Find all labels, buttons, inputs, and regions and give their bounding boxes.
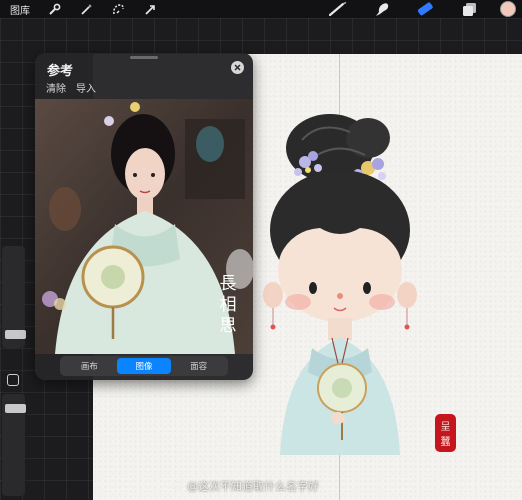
close-icon [234, 64, 241, 71]
svg-text:蠶: 蠶 [441, 436, 451, 448]
top-toolbar: 图库 [0, 0, 522, 18]
gallery-button[interactable]: 图库 [0, 2, 38, 17]
opacity-thumb[interactable] [5, 404, 26, 413]
clear-button[interactable]: 清除 [46, 80, 66, 95]
wrench-icon[interactable] [45, 2, 63, 16]
reference-photo: 長 相 思 [35, 99, 253, 354]
modify-button[interactable] [7, 374, 19, 386]
eraser-icon[interactable] [415, 1, 437, 17]
mode-canvas[interactable]: 画布 [62, 358, 117, 374]
layers-icon[interactable] [459, 1, 481, 17]
weibo-watermark: @这次不知道取什么名字好 [171, 478, 319, 494]
mode-face[interactable]: 面容 [171, 358, 226, 374]
watermark-text: @这次不知道取什么名字好 [187, 480, 319, 493]
brush-icon[interactable] [327, 1, 349, 17]
left-sidebar [0, 246, 27, 500]
right-eye [363, 282, 371, 294]
panel-grabber[interactable] [130, 56, 158, 59]
color-picker-swatch[interactable] [500, 1, 516, 17]
opacity-slider[interactable] [2, 394, 26, 496]
smudge-icon[interactable] [371, 1, 393, 17]
svg-text:呈: 呈 [441, 421, 451, 433]
hair-bun-top [346, 118, 390, 158]
photo-caption-glyph: 長 [220, 274, 237, 294]
brush-size-thumb[interactable] [5, 330, 26, 339]
transform-arrow-icon[interactable] [141, 2, 159, 16]
reference-actions: 清除 导入 [46, 80, 96, 95]
close-button[interactable] [231, 61, 244, 74]
toolbar-right-group [316, 0, 522, 18]
chibi-girl-illustration [263, 114, 417, 455]
mode-image[interactable]: 图像 [116, 358, 172, 374]
photo-caption-glyph: 相 [220, 295, 237, 315]
photo-caption-glyph: 思 [220, 316, 237, 336]
selection-icon[interactable] [109, 2, 127, 16]
procreate-app: { "toolbar": { "gallery_label": "图库", "l… [0, 0, 522, 500]
seal-stamp: 呈 蠶 [435, 414, 456, 452]
toolbar-left-group: 图库 [0, 0, 166, 18]
reference-title: 参考 [47, 64, 74, 79]
brush-size-slider[interactable] [2, 246, 26, 348]
weibo-icon [171, 480, 184, 493]
magic-wand-icon[interactable] [77, 2, 95, 16]
import-button[interactable]: 导入 [76, 80, 96, 95]
reference-panel: 参考 清除 导入 長 相 思 画布 图像 面容 [35, 53, 253, 380]
reference-mode-selector: 画布 图像 面容 [60, 356, 228, 376]
left-eye [309, 282, 317, 294]
